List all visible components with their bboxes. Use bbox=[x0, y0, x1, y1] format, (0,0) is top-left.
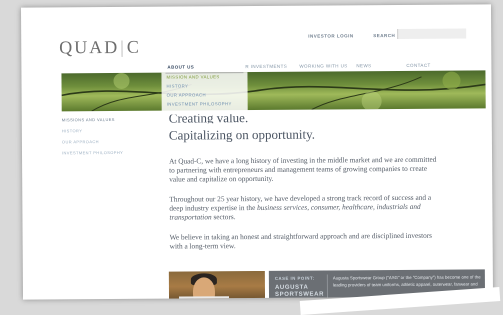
heading-partial: Creating value. bbox=[169, 113, 389, 124]
sidebar-item-investment-philosophy[interactable]: INVESTMENT PHILOSOPHY bbox=[62, 150, 123, 155]
case-study-title: AUGUSTA SPORTSWEAR bbox=[274, 284, 325, 298]
photo-shirt bbox=[179, 296, 230, 300]
history-paragraph: Throughout our 25 year history, we have … bbox=[169, 193, 437, 222]
search-input[interactable] bbox=[397, 28, 467, 40]
history-paragraph-end: sectors. bbox=[211, 212, 236, 222]
sidebar-item-history[interactable]: HISTORY bbox=[62, 128, 82, 133]
quad-c-logo[interactable]: QUAD|C bbox=[59, 37, 141, 59]
logo-bar: | bbox=[120, 36, 126, 57]
branch-graphic bbox=[61, 71, 486, 112]
investor-login-link[interactable]: INVESTOR LOGIN bbox=[308, 33, 353, 38]
sidebar-item-missions-and-values[interactable]: MISSIONS AND VALUES bbox=[62, 117, 115, 122]
nav-working-with-us[interactable]: WORKING WITH US bbox=[299, 63, 347, 68]
case-study-description: Augusta Sportswear Group ("ASG" or the "… bbox=[332, 274, 481, 288]
case-study-divider bbox=[326, 274, 329, 299]
logo-text-right: C bbox=[126, 36, 141, 57]
intro-paragraph: At Quad-C, we have a long history of inv… bbox=[169, 154, 437, 184]
heading-partial-text: Creating value. bbox=[168, 113, 249, 124]
nav-about-us[interactable]: ABOUT US bbox=[167, 64, 194, 69]
case-study-label: CASE IN POINT: bbox=[274, 275, 315, 281]
nav-news[interactable]: NEWS bbox=[356, 63, 371, 68]
dropdown-item-investment-philosophy[interactable]: INVESTMENT PHILOSOPHY bbox=[162, 99, 248, 109]
sidebar-item-our-approach[interactable]: OUR APPROACH bbox=[62, 139, 99, 144]
page-card: QUAD|C INVESTOR LOGIN SEARCH ABOUT US R … bbox=[20, 4, 494, 300]
executive-photo bbox=[168, 270, 266, 300]
approach-paragraph: We believe in taking an honest and strai… bbox=[169, 230, 433, 251]
logo-text-left: QUAD bbox=[59, 36, 120, 58]
search-label: SEARCH bbox=[373, 33, 396, 39]
page-heading: Capitalizing on opportunity. bbox=[168, 126, 316, 143]
nav-investments[interactable]: R INVESTMENTS bbox=[245, 64, 287, 69]
nav-contact[interactable]: CONTACT bbox=[406, 63, 430, 68]
forest-banner-image bbox=[61, 70, 486, 112]
about-dropdown-menu: MISSION AND VALUES HISTORY OUR APPROACH … bbox=[161, 72, 248, 113]
